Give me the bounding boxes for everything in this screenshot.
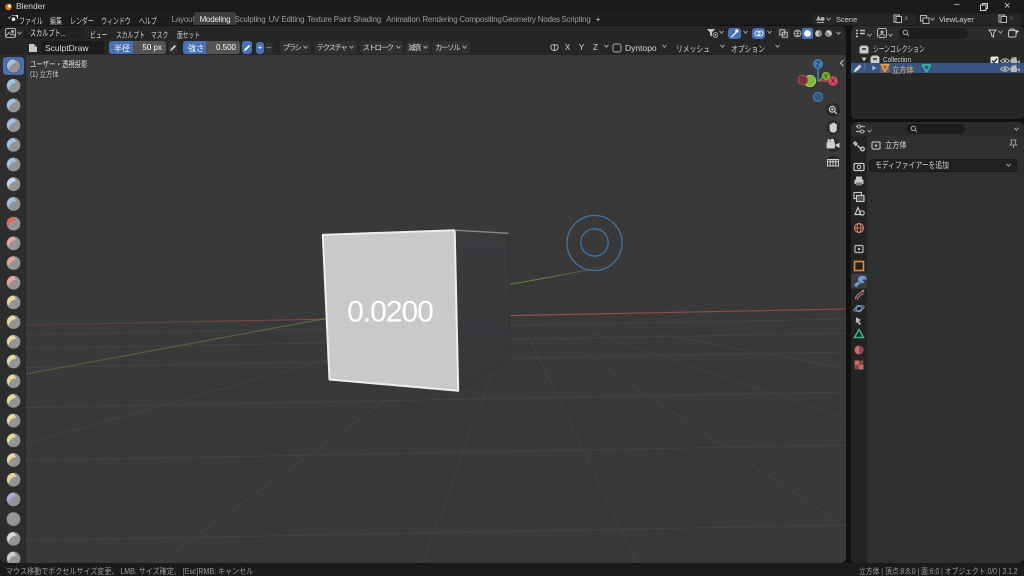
svg-text:Y: Y (824, 73, 829, 80)
svg-text:0.0200: 0.0200 (347, 296, 433, 329)
svg-text:Z: Z (816, 62, 821, 69)
svg-text:X: X (831, 79, 836, 86)
